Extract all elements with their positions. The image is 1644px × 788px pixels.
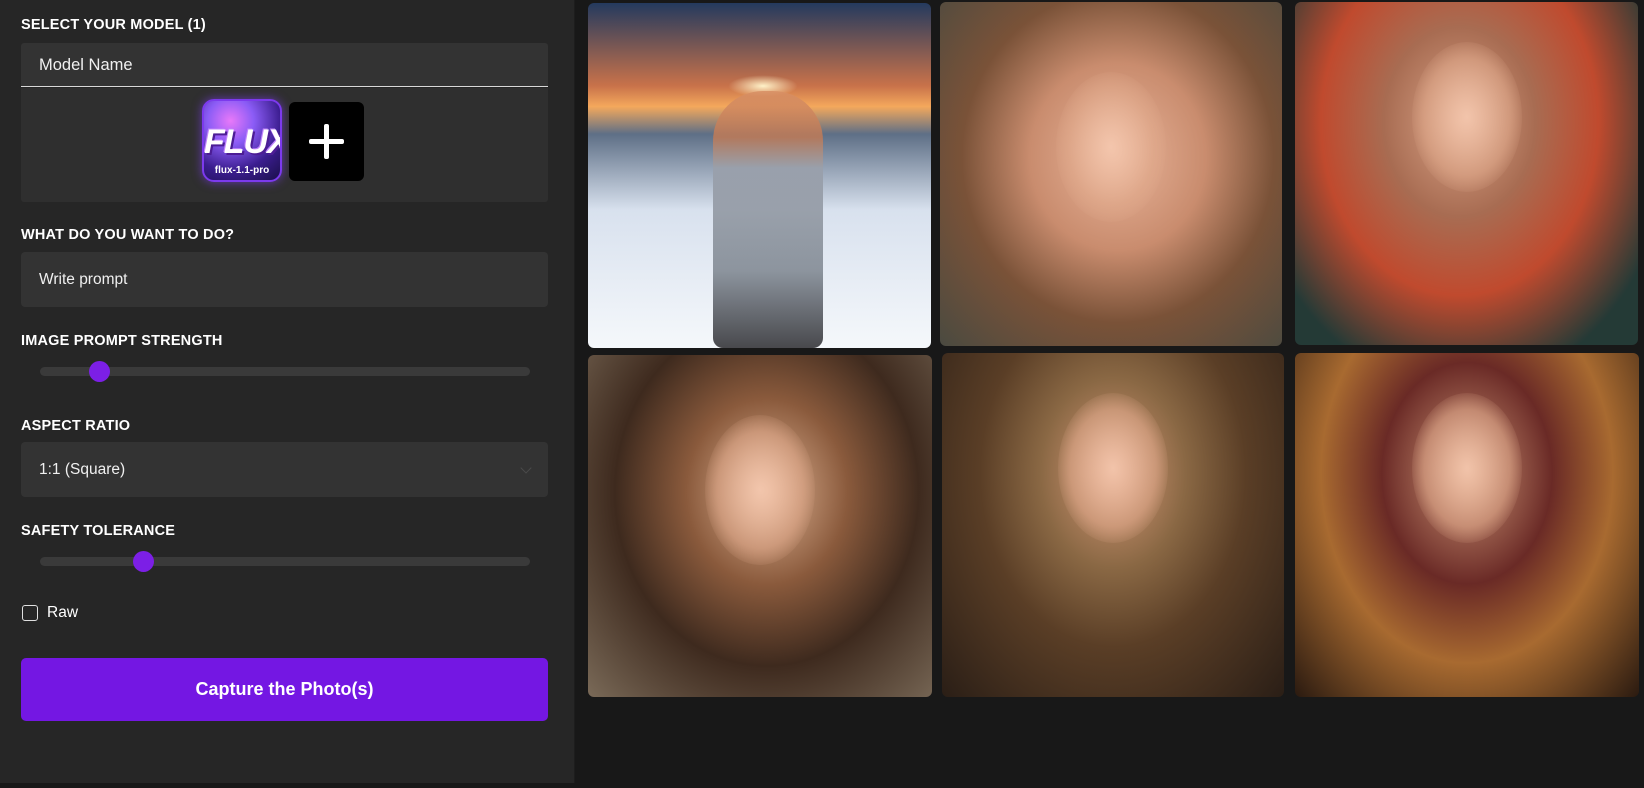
model-tile-name: flux-1.1-pro [214, 165, 270, 176]
slider-thumb[interactable] [88, 361, 110, 382]
gallery-image[interactable] [588, 3, 931, 348]
prompt-input[interactable]: Write prompt [21, 252, 548, 307]
add-model-button[interactable] [289, 102, 364, 181]
model-tile-flux[interactable]: FLUX flux-1.1-pro [202, 99, 282, 182]
aspect-ratio-label: ASPECT RATIO [21, 418, 131, 434]
safety-tolerance-slider[interactable] [40, 551, 530, 572]
chevron-down-icon [520, 462, 532, 474]
settings-panel: SELECT YOUR MODEL (1) Model Name FLUX fl… [0, 0, 575, 783]
image-prompt-strength-label: IMAGE PROMPT STRENGTH [21, 333, 223, 349]
model-section-label: SELECT YOUR MODEL (1) [21, 17, 206, 33]
capture-button[interactable]: Capture the Photo(s) [21, 658, 548, 721]
gallery-image[interactable] [942, 353, 1284, 697]
aspect-ratio-value: 1:1 (Square) [39, 461, 126, 478]
model-selector: FLUX flux-1.1-pro [21, 88, 548, 202]
slider-thumb[interactable] [132, 551, 154, 572]
aspect-ratio-select[interactable]: 1:1 (Square) [21, 442, 548, 497]
raw-label: Raw [47, 604, 79, 621]
gallery-image[interactable] [940, 2, 1282, 346]
safety-tolerance-label: SAFETY TOLERANCE [21, 523, 176, 539]
image-prompt-strength-slider[interactable] [40, 361, 530, 382]
model-name-field[interactable]: Model Name [21, 43, 548, 87]
gallery-image[interactable] [1295, 353, 1639, 697]
flux-logo: FLUX [204, 123, 282, 161]
gallery-image[interactable] [1295, 2, 1638, 345]
gallery-image[interactable] [588, 355, 932, 697]
raw-checkbox[interactable] [22, 605, 38, 621]
raw-option[interactable]: Raw [22, 604, 78, 622]
task-label: WHAT DO YOU WANT TO DO? [21, 227, 235, 243]
